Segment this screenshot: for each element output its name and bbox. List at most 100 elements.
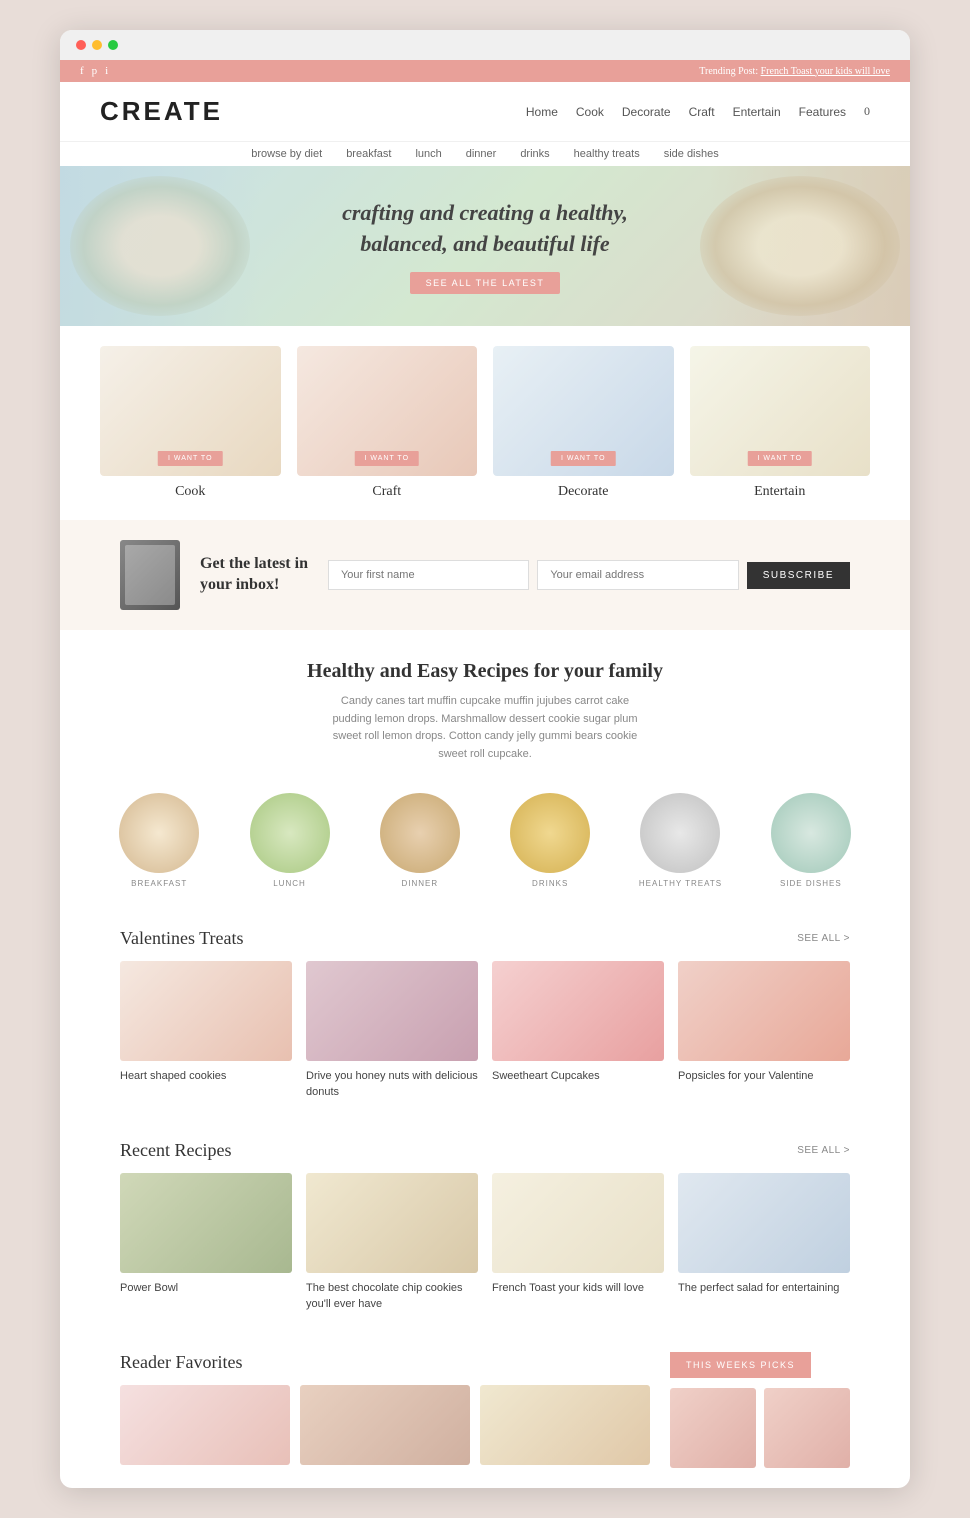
recent-recipes-header: Recent Recipes SEE ALL > — [60, 1120, 910, 1173]
newsletter-icon — [120, 540, 180, 610]
category-btn-decorate[interactable]: I WANT TO — [551, 451, 616, 466]
nav-cook[interactable]: Cook — [576, 105, 604, 119]
circle-sides[interactable]: SIDE DISHES — [752, 793, 870, 888]
subnav-lunch[interactable]: lunch — [415, 148, 441, 160]
trending-link[interactable]: French Toast your kids will love — [761, 66, 890, 77]
valentines-title: Valentines Treats — [120, 928, 244, 949]
circle-dinner[interactable]: DINNER — [361, 793, 479, 888]
favorites-title: Reader Favorites — [120, 1352, 650, 1373]
recipe-card-3[interactable]: French Toast your kids will love — [492, 1173, 664, 1312]
subnav-breakfast[interactable]: breakfast — [346, 148, 391, 160]
recipe-card-1[interactable]: Power Bowl — [120, 1173, 292, 1312]
favorites-images — [120, 1385, 650, 1465]
recipe-title-4: The perfect salad for entertaining — [678, 1281, 850, 1296]
nav-home[interactable]: Home — [526, 105, 558, 119]
recipes-title: Healthy and Easy Recipes for your family — [120, 660, 850, 683]
nav-decorate[interactable]: Decorate — [622, 105, 671, 119]
recent-recipes-grid: Power Bowl The best chocolate chip cooki… — [60, 1173, 910, 1332]
recipe-img-1 — [120, 1173, 292, 1273]
circle-label-sides: SIDE DISHES — [752, 879, 870, 888]
fav-img-3[interactable] — [480, 1385, 650, 1465]
category-img-craft: I WANT TO — [297, 346, 478, 476]
category-btn-cook[interactable]: I WANT TO — [158, 451, 223, 466]
site-logo[interactable]: CREATE — [100, 96, 223, 127]
site-header: CREATE Home Cook Decorate Craft Entertai… — [60, 82, 910, 141]
this-weeks-picks-button[interactable]: THIS WEEKS PICKS — [670, 1352, 811, 1378]
pinterest-icon[interactable]: p — [92, 65, 98, 77]
instagram-icon[interactable]: i — [105, 65, 108, 77]
subnav-dinner[interactable]: dinner — [466, 148, 497, 160]
picks-images — [670, 1388, 850, 1468]
nav-craft[interactable]: Craft — [689, 105, 715, 119]
hero-plate-left — [70, 176, 250, 316]
valentines-see-all[interactable]: SEE ALL > — [797, 933, 850, 944]
newsletter-text: Get the latest in your inbox! — [200, 554, 308, 596]
nav-features[interactable]: Features — [799, 105, 846, 119]
browser-dot-green[interactable] — [108, 40, 118, 50]
newsletter-first-name[interactable] — [328, 560, 529, 590]
trending-label: Trending Post: — [699, 66, 758, 77]
valentine-card-4[interactable]: Popsicles for your Valentine — [678, 961, 850, 1100]
recipe-title-2: The best chocolate chip cookies you'll e… — [306, 1281, 478, 1312]
valentine-img-3 — [492, 961, 664, 1061]
facebook-icon[interactable]: f — [80, 65, 84, 77]
newsletter-email[interactable] — [537, 560, 738, 590]
recipe-img-2 — [306, 1173, 478, 1273]
reader-favorites-section: Reader Favorites THIS WEEKS PICKS — [60, 1332, 910, 1488]
circle-img-healthy — [640, 793, 720, 873]
recipes-description: Candy canes tart muffin cupcake muffin j… — [325, 693, 645, 763]
valentine-card-1[interactable]: Heart shaped cookies — [120, 961, 292, 1100]
subnav-healthy-treats[interactable]: healthy treats — [574, 148, 640, 160]
newsletter-section: Get the latest in your inbox! SUBSCRIBE — [60, 520, 910, 630]
subnav-drinks[interactable]: drinks — [520, 148, 549, 160]
recent-recipes-see-all[interactable]: SEE ALL > — [797, 1145, 850, 1156]
recipe-img-4 — [678, 1173, 850, 1273]
recent-recipes-title: Recent Recipes — [120, 1140, 231, 1161]
recipe-card-4[interactable]: The perfect salad for entertaining — [678, 1173, 850, 1312]
valentine-img-1 — [120, 961, 292, 1061]
browser-dot-red[interactable] — [76, 40, 86, 50]
fav-img-2[interactable] — [300, 1385, 470, 1465]
circle-label-dinner: DINNER — [361, 879, 479, 888]
cart-icon[interactable]: 0 — [864, 104, 870, 119]
valentines-header: Valentines Treats SEE ALL > — [60, 908, 910, 961]
circle-label-breakfast: BREAKFAST — [100, 879, 218, 888]
circle-healthy[interactable]: HEALTHY TREATS — [621, 793, 739, 888]
circle-lunch[interactable]: LUNCH — [230, 793, 348, 888]
category-label-decorate[interactable]: Decorate — [493, 484, 674, 500]
hero-heading: crafting and creating a healthy, balance… — [342, 198, 628, 260]
trending-bar: Trending Post: French Toast your kids wi… — [699, 66, 890, 77]
category-label-entertain[interactable]: Entertain — [690, 484, 871, 500]
category-img-decorate: I WANT TO — [493, 346, 674, 476]
browser-bar — [60, 30, 910, 60]
recipe-card-2[interactable]: The best chocolate chip cookies you'll e… — [306, 1173, 478, 1312]
circle-breakfast[interactable]: BREAKFAST — [100, 793, 218, 888]
category-label-craft[interactable]: Craft — [297, 484, 478, 500]
category-btn-craft[interactable]: I WANT TO — [354, 451, 419, 466]
subnav-side-dishes[interactable]: side dishes — [664, 148, 719, 160]
valentine-card-3[interactable]: Sweetheart Cupcakes — [492, 961, 664, 1100]
browser-dot-yellow[interactable] — [92, 40, 102, 50]
fav-img-1[interactable] — [120, 1385, 290, 1465]
picks-img-2[interactable] — [764, 1388, 850, 1468]
subscribe-button[interactable]: SUBSCRIBE — [747, 562, 850, 589]
circle-drinks[interactable]: DRINKS — [491, 793, 609, 888]
social-links[interactable]: f p i — [80, 65, 108, 77]
category-btn-entertain[interactable]: I WANT TO — [747, 451, 812, 466]
sub-navigation: browse by diet breakfast lunch dinner dr… — [60, 141, 910, 166]
circle-img-drinks — [510, 793, 590, 873]
hero-cta-button[interactable]: SEE ALL THE LATEST — [410, 272, 561, 294]
category-card-craft: I WANT TO Craft — [297, 346, 478, 500]
category-section: I WANT TO Cook I WANT TO Craft I WANT TO… — [60, 326, 910, 520]
nav-entertain[interactable]: Entertain — [733, 105, 781, 119]
category-img-cook: I WANT TO — [100, 346, 281, 476]
favorites-right: THIS WEEKS PICKS — [670, 1352, 850, 1468]
favorites-left: Reader Favorites — [120, 1352, 650, 1468]
main-navigation: Home Cook Decorate Craft Entertain Featu… — [526, 104, 870, 119]
newsletter-form: SUBSCRIBE — [328, 560, 850, 590]
subnav-browse-by-diet[interactable]: browse by diet — [251, 148, 322, 160]
valentine-img-4 — [678, 961, 850, 1061]
picks-img-1[interactable] — [670, 1388, 756, 1468]
valentine-card-2[interactable]: Drive you honey nuts with delicious donu… — [306, 961, 478, 1100]
category-label-cook[interactable]: Cook — [100, 484, 281, 500]
